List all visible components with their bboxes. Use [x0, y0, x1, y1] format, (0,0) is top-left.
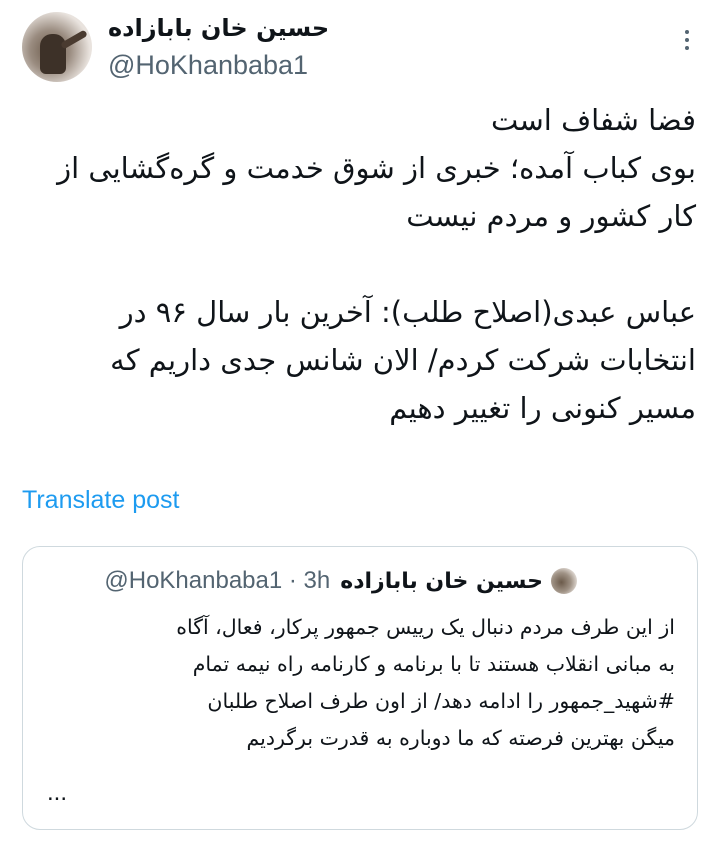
avatar-arm: [60, 29, 88, 50]
quoted-post-header: حسین خان بابازاده @HoKhanbaba1 · 3h: [41, 567, 577, 595]
more-vertical-icon[interactable]: [684, 30, 690, 50]
quoted-author-avatar: [551, 568, 577, 594]
quoted-author-name: حسین خان بابازاده: [340, 568, 543, 594]
quoted-post-ellipsis: ...: [47, 779, 68, 806]
quoted-line: #شهید_جمهور را ادامه دهد/ از اون طرف اصل…: [207, 689, 675, 713]
author-avatar[interactable]: [22, 12, 92, 82]
quoted-line: به مبانی انقلاب هستند تا با برنامه و کار…: [192, 652, 675, 676]
quoted-line: از این طرف مردم دنبال یک رییس جمهور پرکا…: [176, 615, 675, 639]
tweet-line: کار کشور و مردم نیست: [406, 199, 696, 233]
tweet-line: فضا شفاف است: [491, 103, 696, 137]
tweet-line: عباس عبدی(اصلاح طلب): آخرین بار سال ۹۶ د…: [119, 295, 696, 329]
quoted-line: میگن بهترین فرصته که ما دوباره به قدرت ب…: [246, 726, 676, 750]
translate-post-link[interactable]: Translate post: [22, 486, 179, 515]
tweet-line: بوی کباب آمده؛ خبری از شوق خدمت و گره‌گش…: [57, 151, 696, 185]
tweet-line: مسیر کنونی را تغییر دهیم: [389, 391, 696, 425]
avatar-figure: [40, 34, 66, 74]
quoted-post-card[interactable]: حسین خان بابازاده @HoKhanbaba1 · 3h از ا…: [22, 546, 698, 830]
tweet-text: فضا شفاف است بوی کباب آمده؛ خبری از شوق …: [24, 96, 696, 432]
quoted-author-meta: @HoKhanbaba1 · 3h: [104, 567, 331, 594]
author-display-name[interactable]: حسین خان بابازاده: [108, 14, 329, 42]
tweet-line: انتخابات شرکت کردم/ الان شانس جدی داریم …: [110, 343, 696, 377]
author-handle[interactable]: @HoKhanbaba1: [108, 50, 308, 81]
quoted-post-text: از این طرف مردم دنبال یک رییس جمهور پرکا…: [45, 609, 675, 757]
